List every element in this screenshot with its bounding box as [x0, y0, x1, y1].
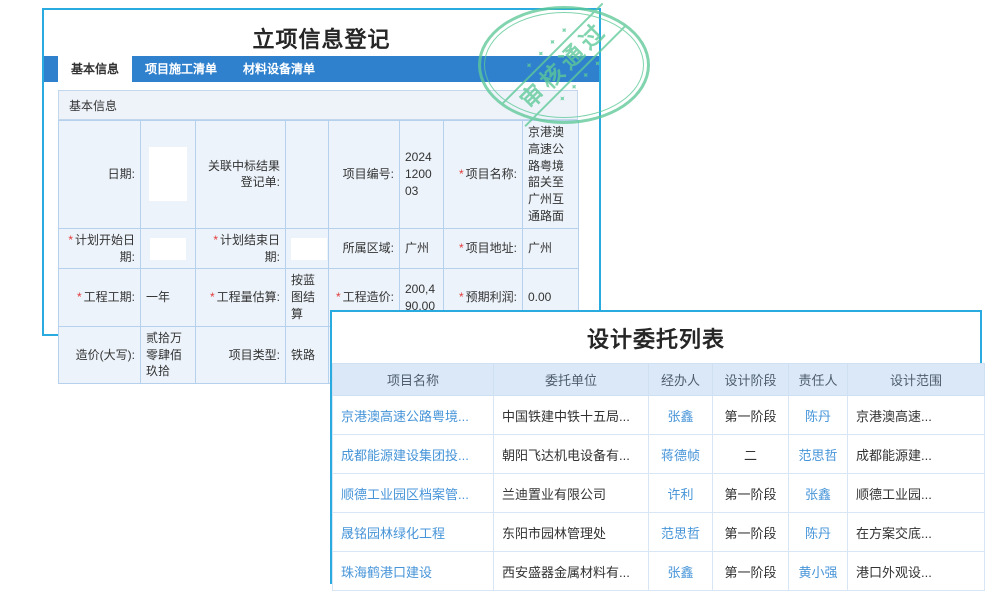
form-field-duration[interactable]: 一年	[141, 269, 196, 326]
design-phase-cell: 第一阶段	[713, 396, 789, 435]
client-unit-cell: 兰迪置业有限公司	[494, 474, 649, 513]
date-input[interactable]	[149, 147, 187, 201]
tab-construction-list[interactable]: 项目施工清单	[132, 56, 230, 82]
column-header-client-unit: 委托单位	[494, 364, 649, 396]
page-title: 立项信息登记	[44, 10, 599, 52]
project-link[interactable]: 京港澳高速公路粤境...	[333, 396, 494, 435]
handler-link[interactable]: 许利	[649, 474, 713, 513]
required-mark: *	[77, 290, 82, 304]
form-label-project-name: *项目名称:	[444, 121, 523, 229]
column-header-design-phase: 设计阶段	[713, 364, 789, 396]
column-header-design-scope: 设计范围	[848, 364, 985, 396]
form-field-project-name[interactable]: 京港澳高速公路粤境韶关至广州互通路面	[523, 121, 579, 229]
design-phase-cell: 第一阶段	[713, 474, 789, 513]
tab-material-equipment-list[interactable]: 材料设备清单	[230, 56, 328, 82]
required-mark: *	[459, 290, 464, 304]
form-label-project-number: 项目编号:	[329, 121, 400, 229]
required-mark: *	[336, 290, 341, 304]
required-mark: *	[459, 167, 464, 181]
project-registration-window: 立项信息登记 基本信息 项目施工清单 材料设备清单 基本信息 日期: 关联中标结…	[42, 8, 601, 336]
design-scope-cell: 在方案交底...	[848, 513, 985, 552]
project-link[interactable]: 成都能源建设集团投...	[333, 435, 494, 474]
tab-basic-info[interactable]: 基本信息	[58, 56, 132, 82]
form-row: *计划开始日期: *计划结束日期: 所属区域: 广州 *项目地址: 广州	[59, 228, 579, 269]
form-label-quantity-estimate: *工程量估算:	[196, 269, 286, 326]
client-unit-cell: 东阳市园林管理处	[494, 513, 649, 552]
table-row: 京港澳高速公路粤境... 中国铁建中铁十五局... 张鑫 第一阶段 陈丹 京港澳…	[333, 396, 985, 435]
form-label-cost-in-words: 造价(大写):	[59, 326, 141, 383]
design-commission-window: 设计委托列表 项目名称 委托单位 经办人 设计阶段 责任人 设计范围 京港澳高速…	[330, 310, 982, 584]
form-field-quantity-estimate[interactable]: 按蓝图结算	[286, 269, 329, 326]
form-field-project-address[interactable]: 广州	[523, 228, 579, 269]
form-label-project-address: *项目地址:	[444, 228, 523, 269]
required-mark: *	[68, 233, 73, 247]
form-label-plan-end-date: *计划结束日期:	[196, 228, 286, 269]
required-mark: *	[213, 233, 218, 247]
form-row: 日期: 关联中标结果登记单: 项目编号: 2024120003 *项目名称: 京…	[59, 121, 579, 229]
commission-table: 项目名称 委托单位 经办人 设计阶段 责任人 设计范围 京港澳高速公路粤境...…	[332, 363, 985, 591]
table-row: 晟铭园林绿化工程 东阳市园林管理处 范思哲 第一阶段 陈丹 在方案交底...	[333, 513, 985, 552]
design-scope-cell: 港口外观设...	[848, 552, 985, 591]
table-header-row: 项目名称 委托单位 经办人 设计阶段 责任人 设计范围	[333, 364, 985, 396]
form-label-plan-start-date: *计划开始日期:	[59, 228, 141, 269]
design-phase-cell: 二	[713, 435, 789, 474]
form-field-date	[141, 121, 196, 229]
table-row: 顺德工业园区档案管... 兰迪置业有限公司 许利 第一阶段 张鑫 顺德工业园..…	[333, 474, 985, 513]
handler-link[interactable]: 张鑫	[649, 552, 713, 591]
form-label-project-type: 项目类型:	[196, 326, 286, 383]
form-field-plan-start-date	[141, 228, 196, 269]
column-header-handler: 经办人	[649, 364, 713, 396]
table-row: 珠海鹤港口建设 西安盛器金属材料有... 张鑫 第一阶段 黄小强 港口外观设..…	[333, 552, 985, 591]
column-header-owner: 责任人	[789, 364, 848, 396]
project-link[interactable]: 珠海鹤港口建设	[333, 552, 494, 591]
handler-link[interactable]: 张鑫	[649, 396, 713, 435]
form-label-duration: *工程工期:	[59, 269, 141, 326]
owner-link[interactable]: 陈丹	[789, 396, 848, 435]
design-scope-cell: 成都能源建...	[848, 435, 985, 474]
table-row: 成都能源建设集团投... 朝阳飞达机电设备有... 蒋德帧 二 范思哲 成都能源…	[333, 435, 985, 474]
form-field-cost-in-words[interactable]: 贰拾万零肆佰玖拾	[141, 326, 196, 383]
form-label-date: 日期:	[59, 121, 141, 229]
column-header-project-name: 项目名称	[333, 364, 494, 396]
form-field-project-type[interactable]: 铁路	[286, 326, 329, 383]
client-unit-cell: 中国铁建中铁十五局...	[494, 396, 649, 435]
section-header-basic-info: 基本信息	[58, 90, 578, 120]
form-field-project-number[interactable]: 2024120003	[400, 121, 444, 229]
handler-link[interactable]: 蒋德帧	[649, 435, 713, 474]
owner-link[interactable]: 黄小强	[789, 552, 848, 591]
form-label-bid-result: 关联中标结果登记单:	[196, 121, 286, 229]
design-scope-cell: 顺德工业园...	[848, 474, 985, 513]
owner-link[interactable]: 张鑫	[789, 474, 848, 513]
design-scope-cell: 京港澳高速...	[848, 396, 985, 435]
required-mark: *	[210, 290, 215, 304]
owner-link[interactable]: 范思哲	[789, 435, 848, 474]
date-input[interactable]	[291, 238, 327, 260]
project-link[interactable]: 顺德工业园区档案管...	[333, 474, 494, 513]
project-link[interactable]: 晟铭园林绿化工程	[333, 513, 494, 552]
date-input[interactable]	[150, 238, 186, 260]
form-field-bid-result[interactable]	[286, 121, 329, 229]
design-phase-cell: 第一阶段	[713, 552, 789, 591]
list-title: 设计委托列表	[332, 312, 980, 363]
form-label-region: 所属区域:	[329, 228, 400, 269]
tab-bar: 基本信息 项目施工清单 材料设备清单	[44, 56, 599, 82]
client-unit-cell: 西安盛器金属材料有...	[494, 552, 649, 591]
required-mark: *	[459, 241, 464, 255]
client-unit-cell: 朝阳飞达机电设备有...	[494, 435, 649, 474]
handler-link[interactable]: 范思哲	[649, 513, 713, 552]
form-field-region[interactable]: 广州	[400, 228, 444, 269]
form-field-plan-end-date	[286, 228, 329, 269]
design-phase-cell: 第一阶段	[713, 513, 789, 552]
owner-link[interactable]: 陈丹	[789, 513, 848, 552]
page: { "colors": { "window_border": "#2aabdf"…	[0, 0, 1000, 600]
